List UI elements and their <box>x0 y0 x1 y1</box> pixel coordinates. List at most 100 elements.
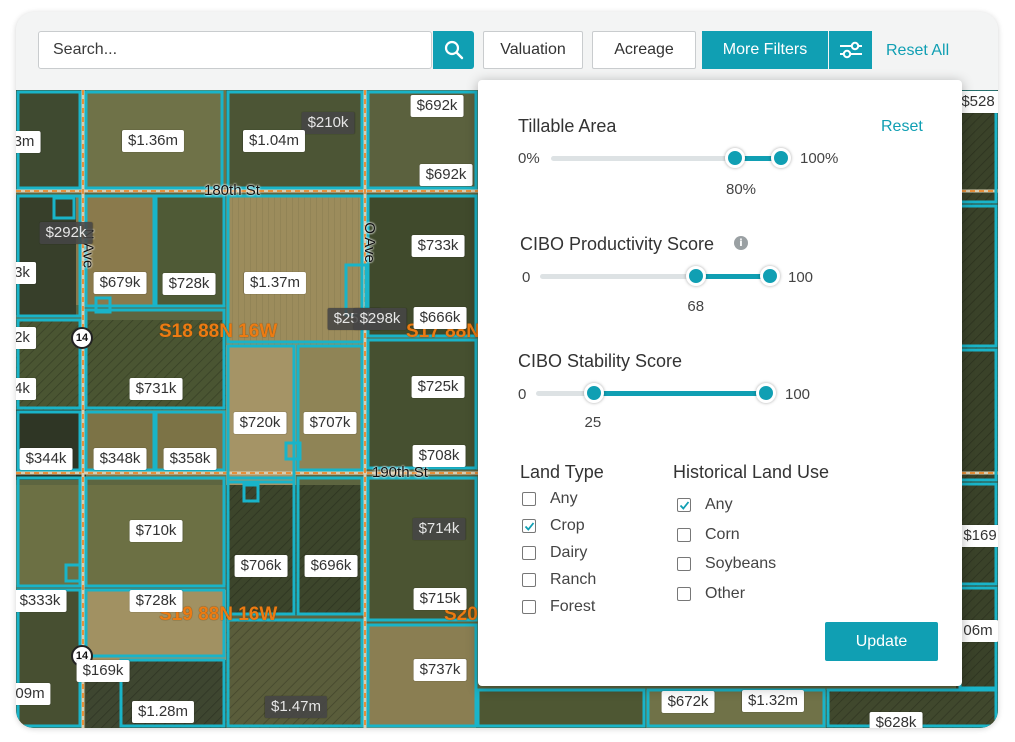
stability-max-handle[interactable] <box>756 383 776 403</box>
search-input[interactable] <box>39 32 419 68</box>
checkbox-checked-icon[interactable] <box>522 519 536 533</box>
price-tag[interactable]: 06m <box>957 620 998 642</box>
land-type-option-forest[interactable]: Forest <box>522 598 595 616</box>
land-type-option-label: Forest <box>550 598 596 615</box>
land-type-option-label: Ranch <box>550 571 597 588</box>
historical-land-use-option-soybeans[interactable]: Soybeans <box>677 555 776 573</box>
price-tag[interactable]: 2k <box>16 327 36 349</box>
update-button[interactable]: Update <box>825 622 938 661</box>
tillable-min-handle[interactable] <box>725 148 745 168</box>
price-tag[interactable]: $1.37m <box>243 272 307 294</box>
price-tag[interactable]: $728k <box>129 590 183 612</box>
price-tag[interactable]: $298k <box>353 308 407 330</box>
search-button[interactable] <box>433 31 474 69</box>
filter-toolbar: Valuation Acreage More Filters Reset All <box>16 12 998 90</box>
price-tag[interactable]: $1.28m <box>131 701 195 723</box>
price-tag[interactable]: $672k <box>661 691 715 713</box>
stability-value-label: 25 <box>584 414 602 431</box>
land-type-option-label: Crop <box>550 517 585 534</box>
checkbox-icon[interactable] <box>522 573 536 587</box>
checkbox-icon[interactable] <box>522 546 536 560</box>
info-icon[interactable]: i <box>734 236 748 250</box>
price-tag[interactable]: $728k <box>162 273 216 295</box>
road-label-o-ave: O Ave <box>360 222 378 263</box>
land-type-option-ranch[interactable]: Ranch <box>522 571 596 589</box>
historical-land-use-option-label: Corn <box>705 525 740 543</box>
acreage-button[interactable]: Acreage <box>592 31 696 69</box>
tillable-min-label: 0% <box>518 150 540 167</box>
land-type-option-any[interactable]: Any <box>522 490 578 508</box>
price-tag[interactable]: $737k <box>413 659 467 681</box>
land-type-option-crop[interactable]: Crop <box>522 517 585 535</box>
stability-min-handle[interactable] <box>583 383 604 403</box>
reset-all-link[interactable]: Reset All <box>886 42 949 60</box>
price-tag[interactable]: 3m <box>16 131 41 153</box>
price-tag[interactable]: $720k <box>233 412 287 434</box>
checkbox-icon[interactable] <box>677 527 691 542</box>
tillable-value-label: 80% <box>726 181 757 198</box>
filter-settings-button[interactable] <box>829 31 872 69</box>
historical-land-use-option-any[interactable]: Any <box>677 496 733 514</box>
highway-shield-icon: 14 <box>71 327 93 349</box>
stability-slider-fill <box>593 391 766 396</box>
price-tag[interactable]: $731k <box>129 378 183 400</box>
price-tag[interactable]: 4k <box>16 378 36 400</box>
price-tag[interactable]: $210k <box>301 112 355 134</box>
checkbox-icon[interactable] <box>522 492 536 506</box>
valuation-button[interactable]: Valuation <box>483 31 583 69</box>
price-tag[interactable]: $679k <box>93 272 147 294</box>
stability-max-label: 100 <box>785 386 811 403</box>
section-label: S18 88N 16W <box>159 321 278 342</box>
price-tag[interactable]: $666k <box>413 307 467 329</box>
productivity-value-label: 68 <box>687 298 705 315</box>
price-tag[interactable]: $725k <box>411 376 465 398</box>
land-type-option-label: Dairy <box>550 544 588 561</box>
price-tag[interactable]: 3k <box>16 262 36 284</box>
price-tag[interactable]: $733k <box>411 235 465 257</box>
app-window: Valuation Acreage More Filters Reset All <box>16 12 998 728</box>
price-tag[interactable]: $715k <box>413 588 467 610</box>
price-tag[interactable]: $358k <box>163 448 217 470</box>
productivity-max-handle[interactable] <box>760 266 780 286</box>
price-tag[interactable]: $706k <box>234 555 288 577</box>
productivity-slider-fill <box>696 274 770 279</box>
price-tag[interactable]: $169k <box>76 660 130 682</box>
price-tag[interactable]: $348k <box>93 448 147 470</box>
price-tag[interactable]: $710k <box>129 520 183 542</box>
checkbox-icon[interactable] <box>522 600 536 614</box>
tillable-max-label: 100% <box>800 150 839 167</box>
price-tag[interactable]: $1.36m <box>121 130 185 152</box>
price-tag[interactable]: 09m <box>16 683 51 705</box>
price-tag[interactable]: $333k <box>16 590 67 612</box>
checkbox-checked-icon[interactable] <box>677 498 691 512</box>
price-tag[interactable]: $692k <box>410 95 464 117</box>
historical-land-use-title: Historical Land Use <box>673 462 830 482</box>
price-tag[interactable]: $692k <box>419 164 473 186</box>
price-tag[interactable]: $707k <box>303 412 357 434</box>
price-tag[interactable]: $1.32m <box>741 690 805 712</box>
price-tag[interactable]: $708k <box>412 445 466 467</box>
historical-land-use-option-label: Soybeans <box>705 555 777 572</box>
checkbox-icon[interactable] <box>677 586 691 601</box>
search-box[interactable] <box>38 31 432 69</box>
land-type-option-dairy[interactable]: Dairy <box>522 544 587 562</box>
historical-land-use-option-label: Other <box>705 584 746 602</box>
price-tag[interactable]: $628k <box>869 712 923 728</box>
price-tag[interactable]: $696k <box>304 555 358 577</box>
more-filters-button[interactable]: More Filters <box>702 31 828 69</box>
price-tag[interactable]: $714k <box>412 518 466 540</box>
sliders-icon <box>839 41 862 59</box>
reset-link[interactable]: Reset <box>881 118 923 136</box>
historical-land-use-option-corn[interactable]: Corn <box>677 526 740 544</box>
tillable-max-handle[interactable] <box>771 148 791 168</box>
historical-land-use-option-other[interactable]: Other <box>677 585 745 603</box>
land-type-option-label: Any <box>550 490 578 507</box>
price-tag[interactable]: $1.47m <box>264 696 328 718</box>
stability-min-label: 0 <box>518 386 527 403</box>
price-tag[interactable]: $292k <box>39 222 93 244</box>
price-tag[interactable]: $344k <box>19 448 73 470</box>
productivity-min-handle[interactable] <box>686 266 707 286</box>
price-tag[interactable]: $1.04m <box>242 130 306 152</box>
checkbox-icon[interactable] <box>677 557 691 571</box>
price-tag[interactable]: $169 <box>957 525 998 547</box>
